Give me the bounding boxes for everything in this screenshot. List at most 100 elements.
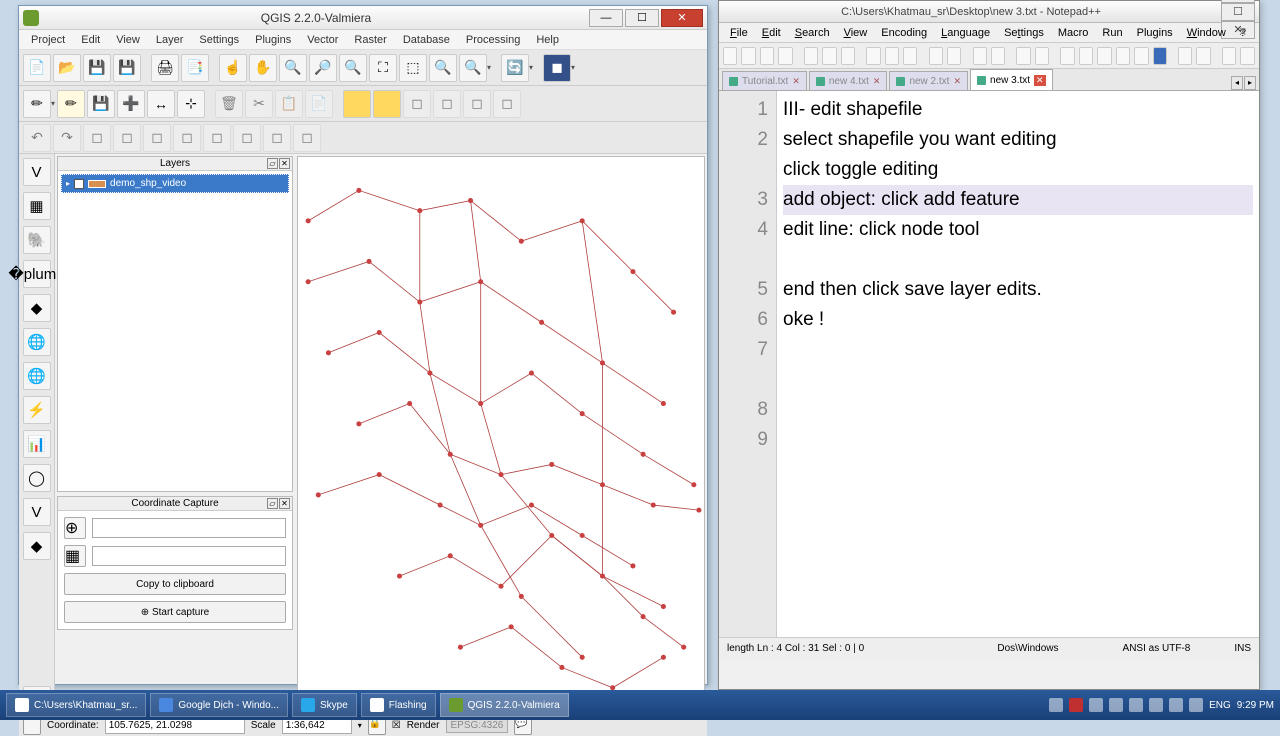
indent-guide-icon[interactable] (1134, 47, 1148, 65)
menu-view[interactable]: View (108, 32, 148, 48)
open-project-icon[interactable]: 📂 (53, 54, 81, 82)
copy-clipboard-button[interactable]: Copy to clipboard (64, 573, 286, 595)
add-mssql-icon[interactable]: ◆ (23, 294, 51, 322)
menu-project[interactable]: Project (23, 32, 73, 48)
layer-visibility-checkbox[interactable] (74, 179, 84, 189)
current-edits-icon[interactable]: ✏ (23, 90, 51, 118)
menu-settings[interactable]: Settings (997, 25, 1051, 41)
maximize-button[interactable]: ☐ (625, 9, 659, 27)
print-icon[interactable] (841, 47, 855, 65)
tab-new3[interactable]: new 3.txt✕ (970, 69, 1053, 90)
menu-x-icon[interactable]: X (1232, 25, 1253, 40)
new-icon[interactable] (723, 47, 737, 65)
menu-raster[interactable]: Raster (346, 32, 394, 48)
paste-icon[interactable] (903, 47, 917, 65)
menu-encoding[interactable]: Encoding (874, 25, 934, 41)
zoom-last-icon[interactable]: 🔍 (459, 54, 487, 82)
close-all-icon[interactable] (822, 47, 836, 65)
close-panel-icon[interactable]: ✕ (279, 158, 290, 169)
tray-icon[interactable] (1049, 698, 1063, 712)
save-layer-edits-icon[interactable]: 💾 (87, 90, 115, 118)
node-tool-icon[interactable]: ⊹ (177, 90, 205, 118)
tray-icon[interactable] (1069, 698, 1083, 712)
render-checkbox[interactable]: ☒ (392, 720, 401, 731)
zoom-out-icon[interactable]: 🔎 (309, 54, 337, 82)
reshape-icon[interactable]: ◻ (233, 124, 261, 152)
paste-icon[interactable]: 📄 (305, 90, 333, 118)
cut-icon[interactable] (866, 47, 880, 65)
delete-part-icon[interactable]: ◻ (203, 124, 231, 152)
zoom-native-icon[interactable]: 🔍 (339, 54, 367, 82)
redo-icon[interactable] (947, 47, 961, 65)
grid-icon[interactable]: ▦ (64, 545, 86, 567)
undo-icon[interactable] (929, 47, 943, 65)
add-wfs-icon[interactable]: ⚡ (23, 396, 51, 424)
zoom-full-icon[interactable]: ⛶ (369, 54, 397, 82)
find-icon[interactable] (973, 47, 987, 65)
menu-processing[interactable]: Processing (458, 32, 528, 48)
tray-icon[interactable] (1189, 698, 1203, 712)
tray-icon[interactable] (1089, 698, 1103, 712)
zoom-out-icon[interactable] (1035, 47, 1049, 65)
menu-help[interactable]: Help (528, 32, 567, 48)
tab-scroll-left-icon[interactable]: ◂ (1231, 76, 1243, 90)
new-project-icon[interactable]: 📄 (23, 54, 51, 82)
menu-vector[interactable]: Vector (299, 32, 346, 48)
composer-manager-icon[interactable]: 📑 (181, 54, 209, 82)
tray-icon[interactable] (1109, 698, 1123, 712)
menu-edit[interactable]: Edit (73, 32, 108, 48)
save-as-icon[interactable]: 💾 (113, 54, 141, 82)
qgis-titlebar[interactable]: QGIS 2.2.0-Valmiera — ☐ ✕ (19, 6, 707, 30)
add-spatialite-icon[interactable]: �plume (23, 260, 51, 288)
undo-icon[interactable]: ↶ (23, 124, 51, 152)
udl-icon[interactable] (1153, 47, 1167, 65)
pan-icon[interactable]: ☝ (219, 54, 247, 82)
toggle-editing-icon[interactable]: ✏ (57, 90, 85, 118)
abc-icon-2[interactable] (373, 90, 401, 118)
add-postgis-icon[interactable]: 🐘 (23, 226, 51, 254)
menu-settings[interactable]: Settings (191, 32, 247, 48)
epsg-badge[interactable]: EPSG:4326 (446, 718, 509, 733)
menu-plugins[interactable]: Plugins (1130, 25, 1180, 41)
zoom-layer-icon[interactable]: 🔍 (429, 54, 457, 82)
map-canvas[interactable] (297, 156, 705, 712)
tab-scroll-right-icon[interactable]: ▸ (1244, 76, 1256, 90)
coord-input-2[interactable] (92, 546, 286, 566)
tray-clock[interactable]: 9:29 PM (1237, 700, 1274, 711)
cut-icon[interactable]: ✂ (245, 90, 273, 118)
menu-edit[interactable]: Edit (755, 25, 788, 41)
refresh-icon[interactable]: 🔄 (501, 54, 529, 82)
menu-window[interactable]: Window (1180, 25, 1233, 41)
offset-icon[interactable]: ◻ (263, 124, 291, 152)
taskbar-item[interactable]: QGIS 2.2.0-Valmiera (440, 693, 569, 717)
new-spatialite-icon[interactable]: ◆ (23, 532, 51, 560)
taskbar-item[interactable]: Google Dịch - Windo... (150, 693, 288, 717)
open-icon[interactable] (741, 47, 755, 65)
add-wcs-icon[interactable]: 🌐 (23, 362, 51, 390)
tab-new4[interactable]: new 4.txt✕ (809, 71, 888, 90)
undock-icon[interactable]: ▱ (267, 158, 278, 169)
wrap-icon[interactable] (1097, 47, 1111, 65)
play-icon[interactable] (1240, 47, 1254, 65)
coord-input-1[interactable] (92, 518, 286, 538)
print-composer-icon[interactable]: 🖨 (151, 54, 179, 82)
close-button[interactable]: ✕ (661, 9, 703, 27)
copy-icon[interactable] (885, 47, 899, 65)
save-all-icon[interactable] (778, 47, 792, 65)
add-oracle-icon[interactable]: ◯ (23, 464, 51, 492)
zoom-in-icon[interactable] (1016, 47, 1030, 65)
redo-icon[interactable]: ↷ (53, 124, 81, 152)
add-feature-icon[interactable]: ➕ (117, 90, 145, 118)
taskbar-item[interactable]: Skype (292, 693, 357, 717)
npp-editor[interactable]: 12 34 567 89 III- edit shapefileselect s… (719, 91, 1259, 637)
label-icon-4[interactable]: ◻ (493, 90, 521, 118)
save-icon[interactable] (760, 47, 774, 65)
record-icon[interactable] (1222, 47, 1236, 65)
system-tray[interactable]: ENG 9:29 PM (1049, 698, 1274, 712)
taskbar-item[interactable]: Flashing (361, 693, 436, 717)
move-feature-icon[interactable]: ↔ (147, 90, 175, 118)
add-wms-icon[interactable]: 🌐 (23, 328, 51, 356)
all-chars-icon[interactable] (1116, 47, 1130, 65)
zoom-in-icon[interactable]: 🔍 (279, 54, 307, 82)
start-capture-button[interactable]: ⊕ Start capture (64, 601, 286, 623)
